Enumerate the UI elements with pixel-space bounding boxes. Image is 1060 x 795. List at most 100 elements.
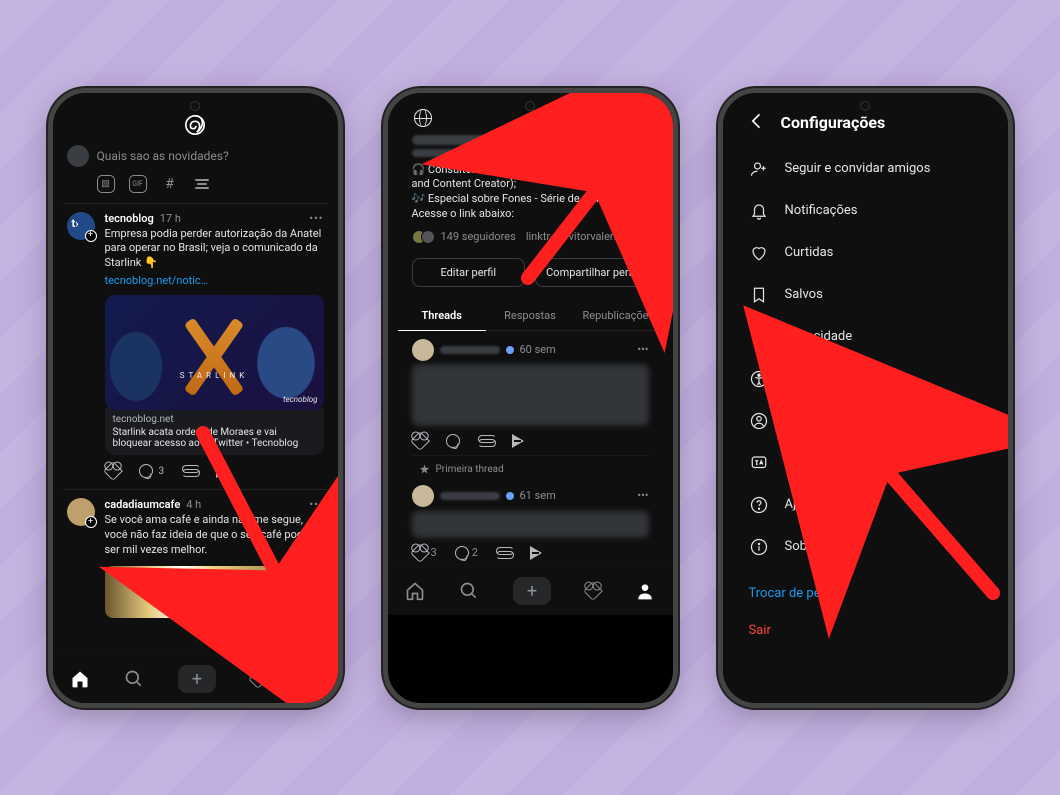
- repost-icon[interactable]: [478, 435, 494, 447]
- tab-replies[interactable]: Respostas: [486, 301, 574, 331]
- like-button[interactable]: 3: [412, 545, 437, 561]
- feed-scroll[interactable]: Quais sao as novidades? ▧ GIF # t› +: [53, 93, 338, 655]
- settings-item-account[interactable]: Conta: [747, 400, 984, 442]
- post-menu-icon[interactable]: •••: [309, 212, 323, 225]
- heart-icon: [749, 243, 769, 263]
- nav-home-icon[interactable]: [404, 580, 426, 602]
- follow-plus-icon[interactable]: +: [85, 516, 97, 528]
- settings-item-privacy[interactable]: Privacidade: [747, 316, 984, 358]
- composer-tools: ▧ GIF #: [97, 175, 328, 193]
- nav-search-icon[interactable]: [458, 580, 480, 602]
- card-watermark: tecnoblog: [283, 395, 317, 404]
- profile-tabs: Threads Respostas Republicações: [398, 301, 663, 331]
- settings-item-saved[interactable]: Salvos: [747, 274, 984, 316]
- bio-link[interactable]: linktr.ee/vitorvaleri: [526, 230, 617, 243]
- nav-profile-icon[interactable]: [299, 668, 321, 690]
- post-body: Empresa podia perder autorização da Anat…: [105, 227, 324, 272]
- comment-count: 2: [472, 546, 478, 559]
- poll-icon[interactable]: [193, 175, 211, 193]
- feed-post[interactable]: t› + tecnoblog 17 h ••• Empresa podia pe…: [63, 203, 328, 490]
- repost-icon[interactable]: [182, 465, 198, 477]
- composer-placeholder: Quais sao as novidades?: [97, 149, 229, 163]
- like-icon[interactable]: [105, 463, 121, 479]
- hashtag-icon[interactable]: #: [161, 175, 179, 193]
- author-name[interactable]: tecnoblog: [105, 212, 154, 225]
- nav-home-icon[interactable]: [69, 668, 91, 690]
- comment-icon[interactable]: [446, 434, 460, 448]
- author-avatar: [412, 339, 434, 361]
- self-avatar: [67, 145, 89, 167]
- threads-logo: [63, 115, 328, 139]
- post-menu-icon[interactable]: •••: [637, 489, 648, 502]
- settings-item-label: Sobre: [785, 539, 819, 554]
- redacted-name: [412, 135, 532, 145]
- follower-avatars: [412, 230, 435, 244]
- gif-icon[interactable]: GIF: [129, 175, 147, 193]
- comment-button[interactable]: 3: [139, 464, 165, 478]
- nav-activity-icon[interactable]: [249, 671, 267, 687]
- author-avatar[interactable]: +: [67, 498, 95, 526]
- tab-reposts[interactable]: Republicações: [574, 301, 662, 331]
- settings-item-follow[interactable]: Seguir e convidar amigos: [747, 148, 984, 190]
- nav-search-icon[interactable]: [123, 668, 145, 690]
- first-thread-text: Primeira thread: [436, 464, 504, 475]
- followers-line[interactable]: 149 seguidores linktr.ee/vitorvaleri: [398, 226, 663, 248]
- settings-scroll[interactable]: Configurações Seguir e convidar amigos N…: [723, 93, 1008, 703]
- logout-link[interactable]: Sair: [747, 612, 984, 649]
- bottom-nav: +: [388, 567, 673, 615]
- edit-profile-button[interactable]: Editar perfil: [412, 258, 526, 287]
- menu-icon[interactable]: [627, 107, 649, 129]
- instagram-icon[interactable]: [591, 107, 613, 129]
- post-time: 60 sem: [520, 343, 556, 356]
- nav-profile-icon[interactable]: [634, 580, 656, 602]
- share-icon[interactable]: [216, 464, 228, 478]
- post-menu-icon[interactable]: •••: [309, 498, 323, 511]
- settings-item-likes[interactable]: Curtidas: [747, 232, 984, 274]
- settings-item-label: Conta: [785, 413, 819, 428]
- post-menu-icon[interactable]: •••: [637, 343, 648, 356]
- info-icon: [749, 537, 769, 557]
- share-icon[interactable]: [530, 546, 542, 560]
- switch-profile-label: Trocar de perfil: [749, 586, 836, 601]
- link-card-image[interactable]: STARLINK tecnoblog: [105, 295, 324, 410]
- settings-list: Seguir e convidar amigos Notificações Cu…: [733, 144, 998, 653]
- share-profile-button[interactable]: Compartilhar perfil: [535, 258, 649, 287]
- composer-row[interactable]: Quais sao as novidades?: [67, 145, 324, 167]
- post-link[interactable]: tecnoblog.net/notic…: [105, 274, 324, 287]
- post-image[interactable]: [105, 566, 324, 618]
- post-actions: [412, 433, 649, 449]
- redacted-handle: [412, 149, 482, 157]
- comment-button[interactable]: 2: [455, 546, 478, 560]
- settings-item-about[interactable]: Sobre: [747, 526, 984, 568]
- bell-icon: [749, 201, 769, 221]
- globe-icon[interactable]: [412, 107, 434, 129]
- settings-item-notifications[interactable]: Notificações: [747, 190, 984, 232]
- follow-plus-icon[interactable]: +: [85, 230, 97, 242]
- repost-icon[interactable]: [496, 547, 512, 559]
- back-icon[interactable]: [747, 111, 767, 134]
- media-icon[interactable]: ▧: [97, 175, 115, 193]
- author-name[interactable]: cadadiaumcafe: [105, 498, 181, 511]
- bottom-nav: +: [53, 655, 338, 703]
- link-card-footer[interactable]: tecnoblog.net Starlink acata ordem de Mo…: [105, 408, 324, 455]
- author-avatar[interactable]: t› +: [67, 212, 95, 240]
- profile-avatar[interactable]: [603, 139, 659, 195]
- settings-item-language[interactable]: Idioma: [747, 442, 984, 484]
- settings-item-accessibility[interactable]: Acessibilidade: [747, 358, 984, 400]
- profile-post[interactable]: 61 sem ••• 3 2: [412, 477, 649, 567]
- profile-scroll[interactable]: 🎧 Consultor e Criador do Conteúdo (Consu…: [388, 93, 673, 567]
- settings-item-help[interactable]: Ajuda: [747, 484, 984, 526]
- settings-item-label: Seguir e convidar amigos: [785, 161, 931, 176]
- nav-compose-icon[interactable]: +: [178, 665, 216, 693]
- profile-post[interactable]: 60 sem •••: [412, 331, 649, 456]
- feed-post[interactable]: + cadadiaumcafe 4 h ••• Se você ama café…: [63, 489, 328, 628]
- switch-profile-link[interactable]: Trocar de perfil: [747, 568, 984, 612]
- x-logo-graphic: [174, 313, 254, 393]
- share-icon[interactable]: [512, 434, 524, 448]
- like-icon[interactable]: [412, 433, 428, 449]
- nav-compose-icon[interactable]: +: [513, 577, 551, 605]
- star-icon: [420, 464, 430, 474]
- tab-threads[interactable]: Threads: [398, 301, 486, 331]
- person-plus-icon: [749, 159, 769, 179]
- nav-activity-icon[interactable]: [584, 583, 602, 599]
